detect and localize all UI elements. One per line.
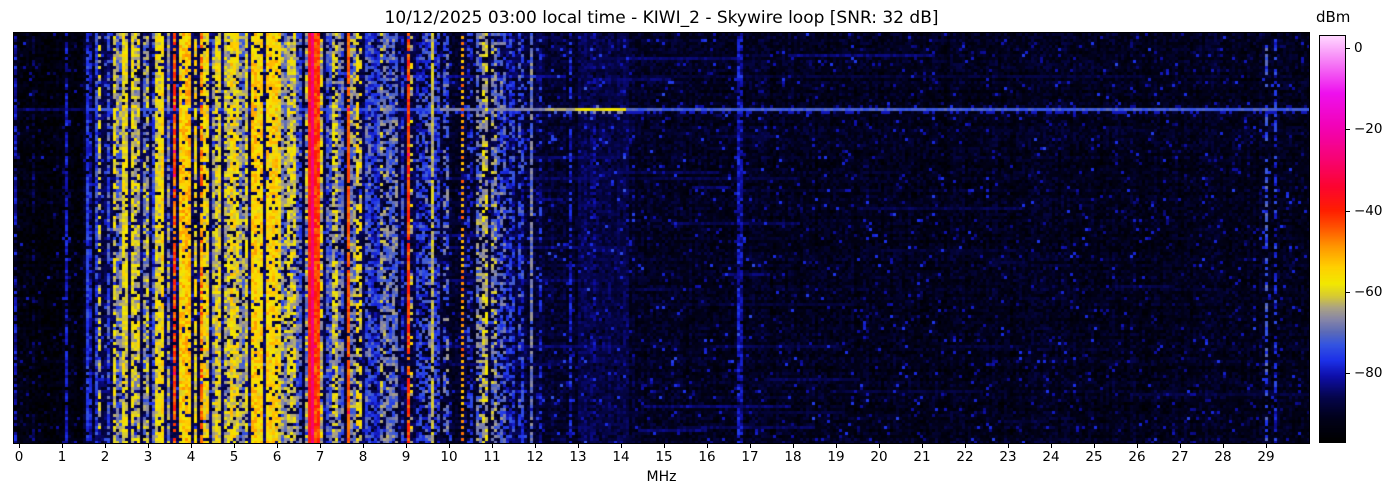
spectrogram-canvas (14, 33, 1309, 443)
x-tick-label: 14 (612, 449, 630, 465)
x-tick (19, 444, 20, 448)
x-tick (148, 444, 149, 448)
x-tick-label: 7 (315, 449, 325, 465)
x-tick-label: 27 (1171, 449, 1189, 465)
x-tick-label: 11 (483, 449, 501, 465)
x-tick (449, 444, 450, 448)
x-tick-label: 18 (784, 449, 802, 465)
x-axis-label: MHz (646, 469, 677, 485)
x-tick (105, 444, 106, 448)
x-tick-label: 20 (870, 449, 888, 465)
x-tick (320, 444, 321, 448)
x-tick-label: 16 (698, 449, 716, 465)
x-tick (492, 444, 493, 448)
colorbar-tick (1346, 292, 1350, 293)
x-tick-label: 2 (100, 449, 110, 465)
x-tick (1266, 444, 1267, 448)
x-tick (1094, 444, 1095, 448)
x-tick-label: 13 (569, 449, 587, 465)
colorbar-tick-label: 0 (1354, 40, 1363, 56)
x-tick-label: 10 (440, 449, 458, 465)
x-tick-label: 21 (913, 449, 931, 465)
x-tick-label: 29 (1257, 449, 1275, 465)
x-tick-label: 12 (526, 449, 544, 465)
x-tick-label: 25 (1085, 449, 1103, 465)
x-tick-label: 4 (186, 449, 196, 465)
x-tick (62, 444, 63, 448)
x-tick (234, 444, 235, 448)
x-tick-label: 8 (358, 449, 368, 465)
x-tick-label: 3 (143, 449, 153, 465)
colorbar-tick (1346, 48, 1350, 49)
x-tick (664, 444, 665, 448)
x-tick (621, 444, 622, 448)
chart-title: 10/12/2025 03:00 local time - KIWI_2 - S… (384, 8, 939, 28)
colorbar-tick (1346, 373, 1350, 374)
x-tick (535, 444, 536, 448)
x-tick (836, 444, 837, 448)
x-tick (1137, 444, 1138, 448)
x-tick-label: 1 (57, 449, 67, 465)
x-tick (750, 444, 751, 448)
x-tick-label: 9 (401, 449, 411, 465)
x-tick (922, 444, 923, 448)
x-tick (277, 444, 278, 448)
x-tick (1223, 444, 1224, 448)
x-tick (965, 444, 966, 448)
colorbar-tick (1346, 211, 1350, 212)
colorbar-tick-label: −60 (1354, 284, 1383, 300)
x-tick (191, 444, 192, 448)
x-tick-label: 6 (272, 449, 282, 465)
x-tick-label: 5 (229, 449, 239, 465)
x-tick-label: 24 (1042, 449, 1060, 465)
x-tick-label: 19 (827, 449, 845, 465)
colorbar (1319, 35, 1346, 443)
x-tick (707, 444, 708, 448)
x-tick (406, 444, 407, 448)
colorbar-canvas (1320, 36, 1345, 442)
x-tick-label: 22 (956, 449, 974, 465)
x-tick-label: 23 (999, 449, 1017, 465)
x-tick-label: 0 (14, 449, 24, 465)
x-tick-label: 26 (1128, 449, 1146, 465)
colorbar-tick (1346, 129, 1350, 130)
x-tick (1008, 444, 1009, 448)
x-tick (793, 444, 794, 448)
colorbar-tick-label: −80 (1354, 365, 1383, 381)
x-tick (578, 444, 579, 448)
spectrogram-figure: 10/12/2025 03:00 local time - KIWI_2 - S… (0, 0, 1400, 500)
x-tick-label: 17 (741, 449, 759, 465)
colorbar-tick-label: −20 (1354, 121, 1383, 137)
x-tick-label: 15 (655, 449, 673, 465)
x-tick (879, 444, 880, 448)
colorbar-unit-label: dBm (1316, 8, 1351, 26)
x-tick (1180, 444, 1181, 448)
x-tick (1051, 444, 1052, 448)
x-tick-label: 28 (1214, 449, 1232, 465)
colorbar-tick-label: −40 (1354, 203, 1383, 219)
plot-area (13, 32, 1310, 444)
x-tick (363, 444, 364, 448)
